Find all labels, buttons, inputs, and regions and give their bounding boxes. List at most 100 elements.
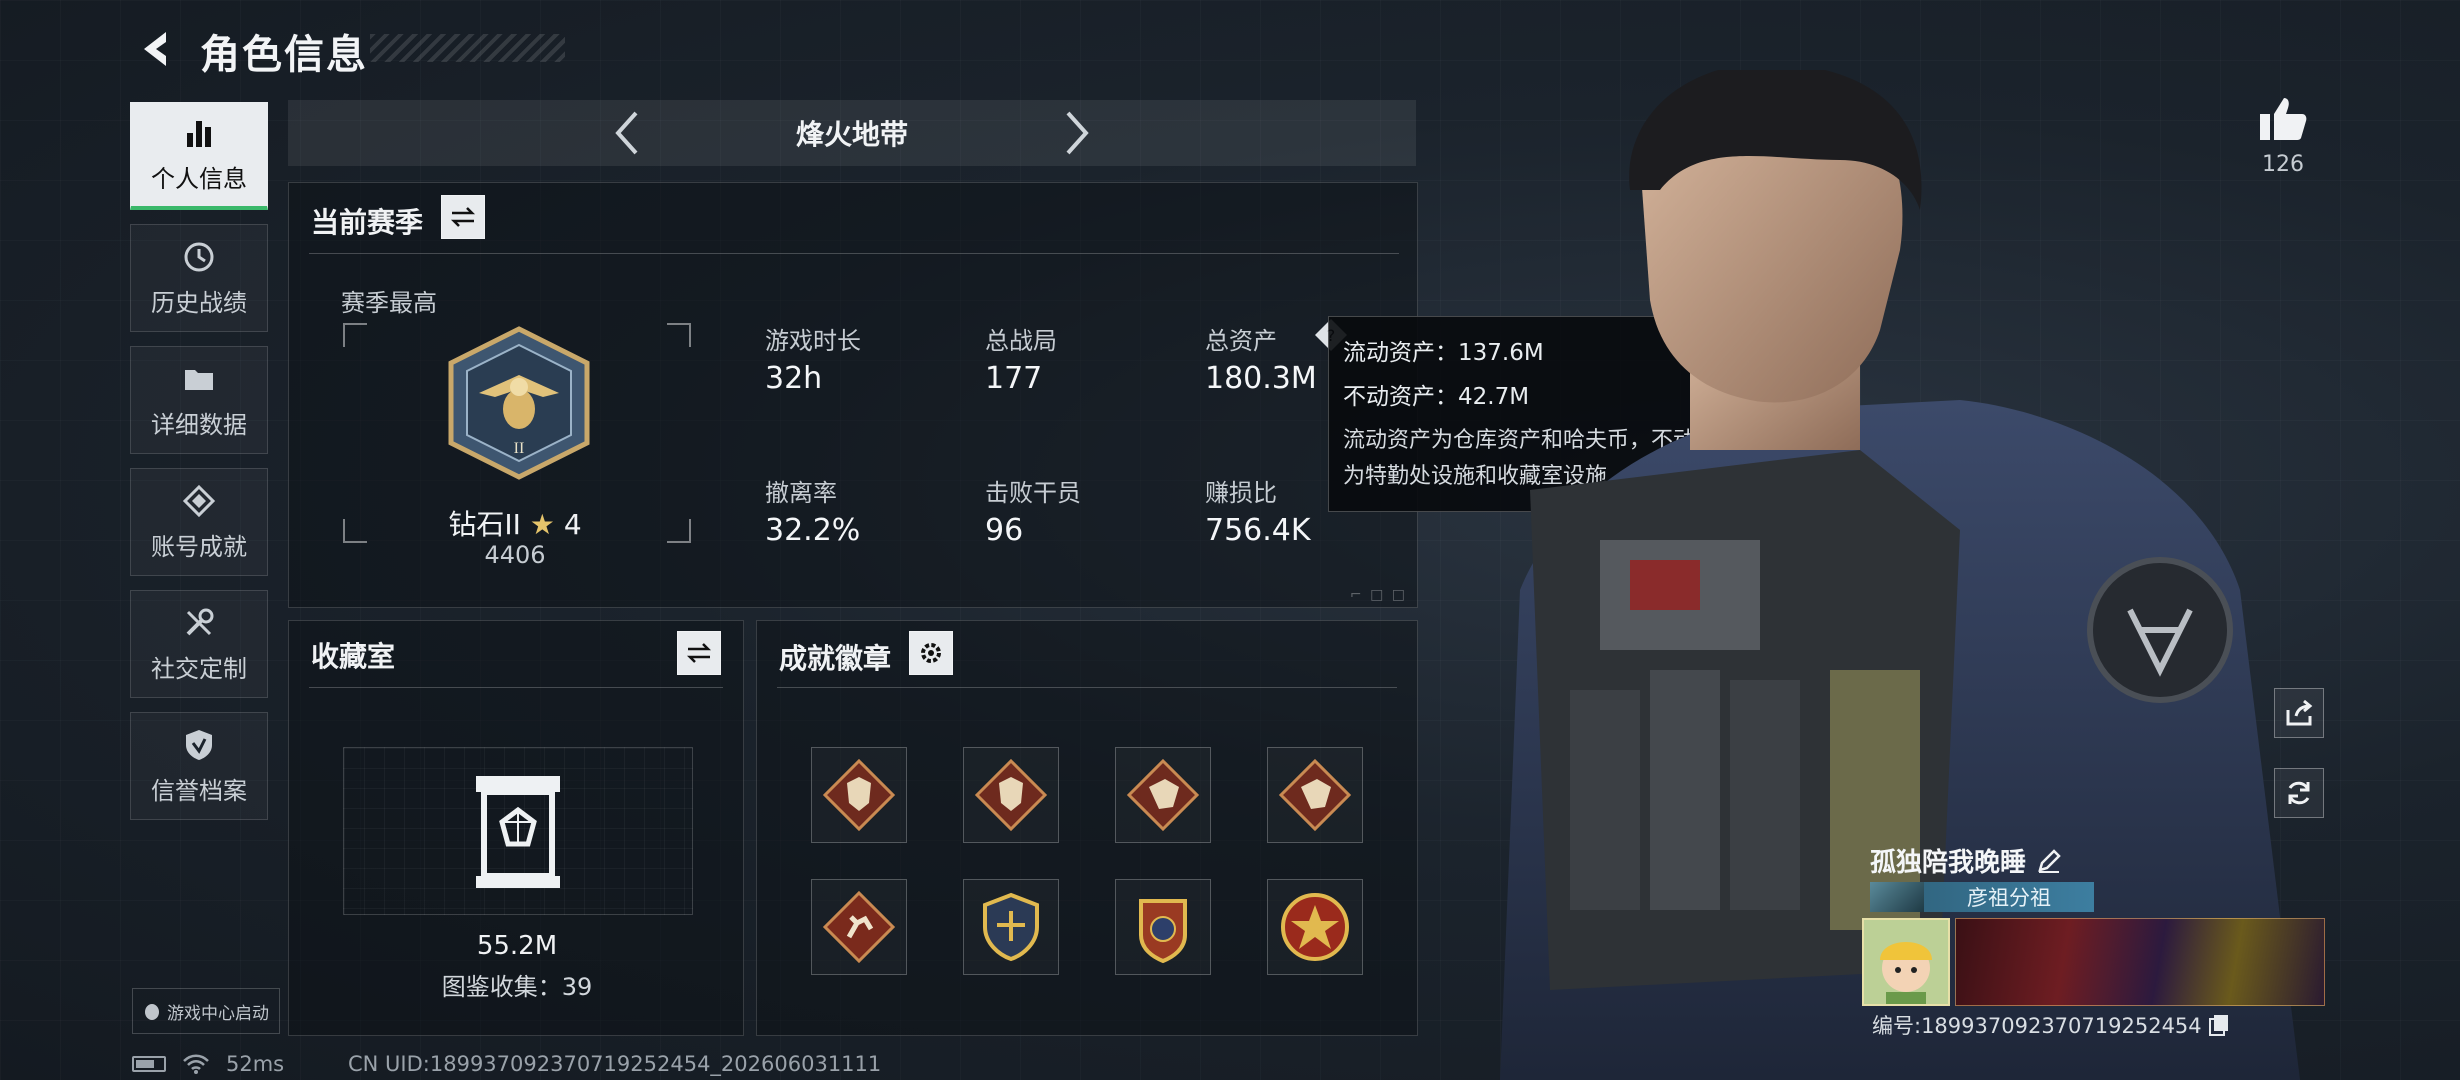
player-name-text: 孤独陪我晚睡 [1870,848,2027,878]
stat-label: 击败干员 [985,479,1081,507]
badges-panel: 成就徽章 [756,620,1418,1036]
stat-label: 总资产 [1205,327,1277,355]
stat-label: 撤离率 [765,479,837,507]
badge-slot[interactable] [1267,747,1363,843]
badges-settings-button[interactable] [909,631,953,675]
nav-item-label: 信誉档案 [151,776,247,805]
achievement-icon [182,484,216,517]
runner-badge-icon [822,890,896,964]
collection-display [343,747,693,915]
share-icon [2286,699,2313,726]
collection-title: 收藏室 [311,640,396,673]
avatar[interactable] [1862,918,1950,1006]
folder-icon [185,369,213,390]
rank-stars: 4 [563,508,582,541]
thumbs-up-icon [2260,98,2307,140]
rank-label: 钻石II ★ 4 [345,503,685,543]
badges-title: 成就徽章 [779,642,892,675]
tools-icon [186,608,214,635]
likes-count: 126 [2262,152,2304,177]
rank-name: 钻石II [448,508,521,541]
nav-item-label: 社交定制 [151,654,247,683]
dragon-badge-icon [1126,758,1200,832]
badge-slot[interactable] [811,747,907,843]
eagle-badge-icon [1139,899,1187,964]
shield-badge-icon [983,892,1039,962]
nav-item-personal-info[interactable]: 个人信息 [130,102,268,210]
stat-value: 756.4K [1205,513,1311,548]
penguin-icon [145,1004,159,1020]
nav-item-label: 历史战绩 [151,288,247,317]
rank-emblem-icon: II [448,326,590,480]
star-badge-icon [1281,893,1349,961]
stat-label: 游戏时长 [765,327,861,355]
refresh-icon [2288,781,2310,805]
game-center-button[interactable]: 游戏中心启动 [132,988,280,1034]
ping-text: 52ms [226,1052,285,1076]
collection-switch-button[interactable] [677,631,721,675]
game-center-label: 游戏中心启动 [167,1003,269,1024]
nav-item-credit[interactable]: 信誉档案 [130,712,268,820]
svg-text:II: II [514,440,525,457]
likes-widget[interactable]: 126 [2256,96,2310,177]
refresh-button[interactable] [2274,768,2324,818]
collection-panel: 收藏室 55.2M 图鉴收集：39 [288,620,744,1036]
next-mode-button[interactable] [1058,108,1098,158]
nav-item-social[interactable]: 社交定制 [130,590,268,698]
collection-room-icon [476,776,560,888]
badge-slot[interactable] [963,747,1059,843]
sidebar-nav: 个人信息 历史战绩 详细数据 账号成就 社交定制 信誉档案 [130,102,270,834]
stat-label: 总战局 [985,327,1057,355]
season-panel: 当前赛季 赛季最高 II 钻石II ★ 4 4406 游戏时长 32h 总战局 … [288,182,1418,608]
badge-slot[interactable] [1115,879,1211,975]
nav-item-label: 详细数据 [151,410,247,439]
season-switch-button[interactable] [441,195,485,239]
player-id-text: 编号:189937092370719252454 [1872,1014,2202,1038]
badge-slot[interactable] [811,879,907,975]
stat-value: 177 [985,361,1043,396]
prev-mode-button[interactable] [606,108,646,158]
season-title: 当前赛季 [311,206,424,239]
rank-score: 4406 [484,541,546,569]
chevron-left-icon [615,111,638,155]
nav-item-history[interactable]: 历史战绩 [130,224,268,332]
nav-item-label: 账号成就 [151,532,247,561]
share-button[interactable] [2274,688,2324,738]
copy-icon[interactable] [2208,1013,2230,1037]
swap-icon [450,207,476,227]
clan-name: 彦祖分祖 [1967,886,2051,910]
player-id: 编号:189937092370719252454 [1872,1010,2230,1040]
wolf-badge-icon [974,758,1048,832]
wifi-icon [183,1054,209,1074]
season-divider [309,253,1399,254]
dragon-badge-icon [1278,758,1352,832]
badge-slot[interactable] [1115,747,1211,843]
gear-icon [921,643,941,663]
nav-item-detailed-data[interactable]: 详细数据 [130,346,268,454]
page-title: 角色信息 [200,32,368,78]
title-decoration [370,34,565,62]
collection-value: 55.2M [476,931,558,961]
avatar-image [1864,920,1948,1004]
credit-shield-icon [186,729,212,760]
stat-value: 180.3M [1205,361,1317,396]
nav-item-achievements[interactable]: 账号成就 [130,468,268,576]
uid-text: CN UID:189937092370719252454_20260603111… [348,1052,882,1076]
stat-value: 32.2% [765,513,861,548]
battery-icon [132,1056,166,1072]
profile-banner [1955,918,2325,1006]
collection-catalog: 图鉴收集：39 [441,973,593,1001]
nav-item-label: 个人信息 [151,165,247,193]
badge-slot[interactable] [963,879,1059,975]
mode-name: 烽火地带 [795,118,908,151]
badges-divider [777,687,1397,688]
season-best-label: 赛季最高 [341,289,437,317]
clan-emblem [1870,882,1924,912]
back-button[interactable] [132,24,182,74]
back-arrow-icon [144,32,166,66]
mode-selector: 烽火地带 [288,100,1416,166]
badge-slot[interactable] [1267,879,1363,975]
edit-pencil-icon[interactable] [2036,848,2062,874]
panel-corner-decoration: ⌐ □ □ [1349,587,1407,603]
clan-tag[interactable]: 彦祖分祖 [1870,882,2094,912]
